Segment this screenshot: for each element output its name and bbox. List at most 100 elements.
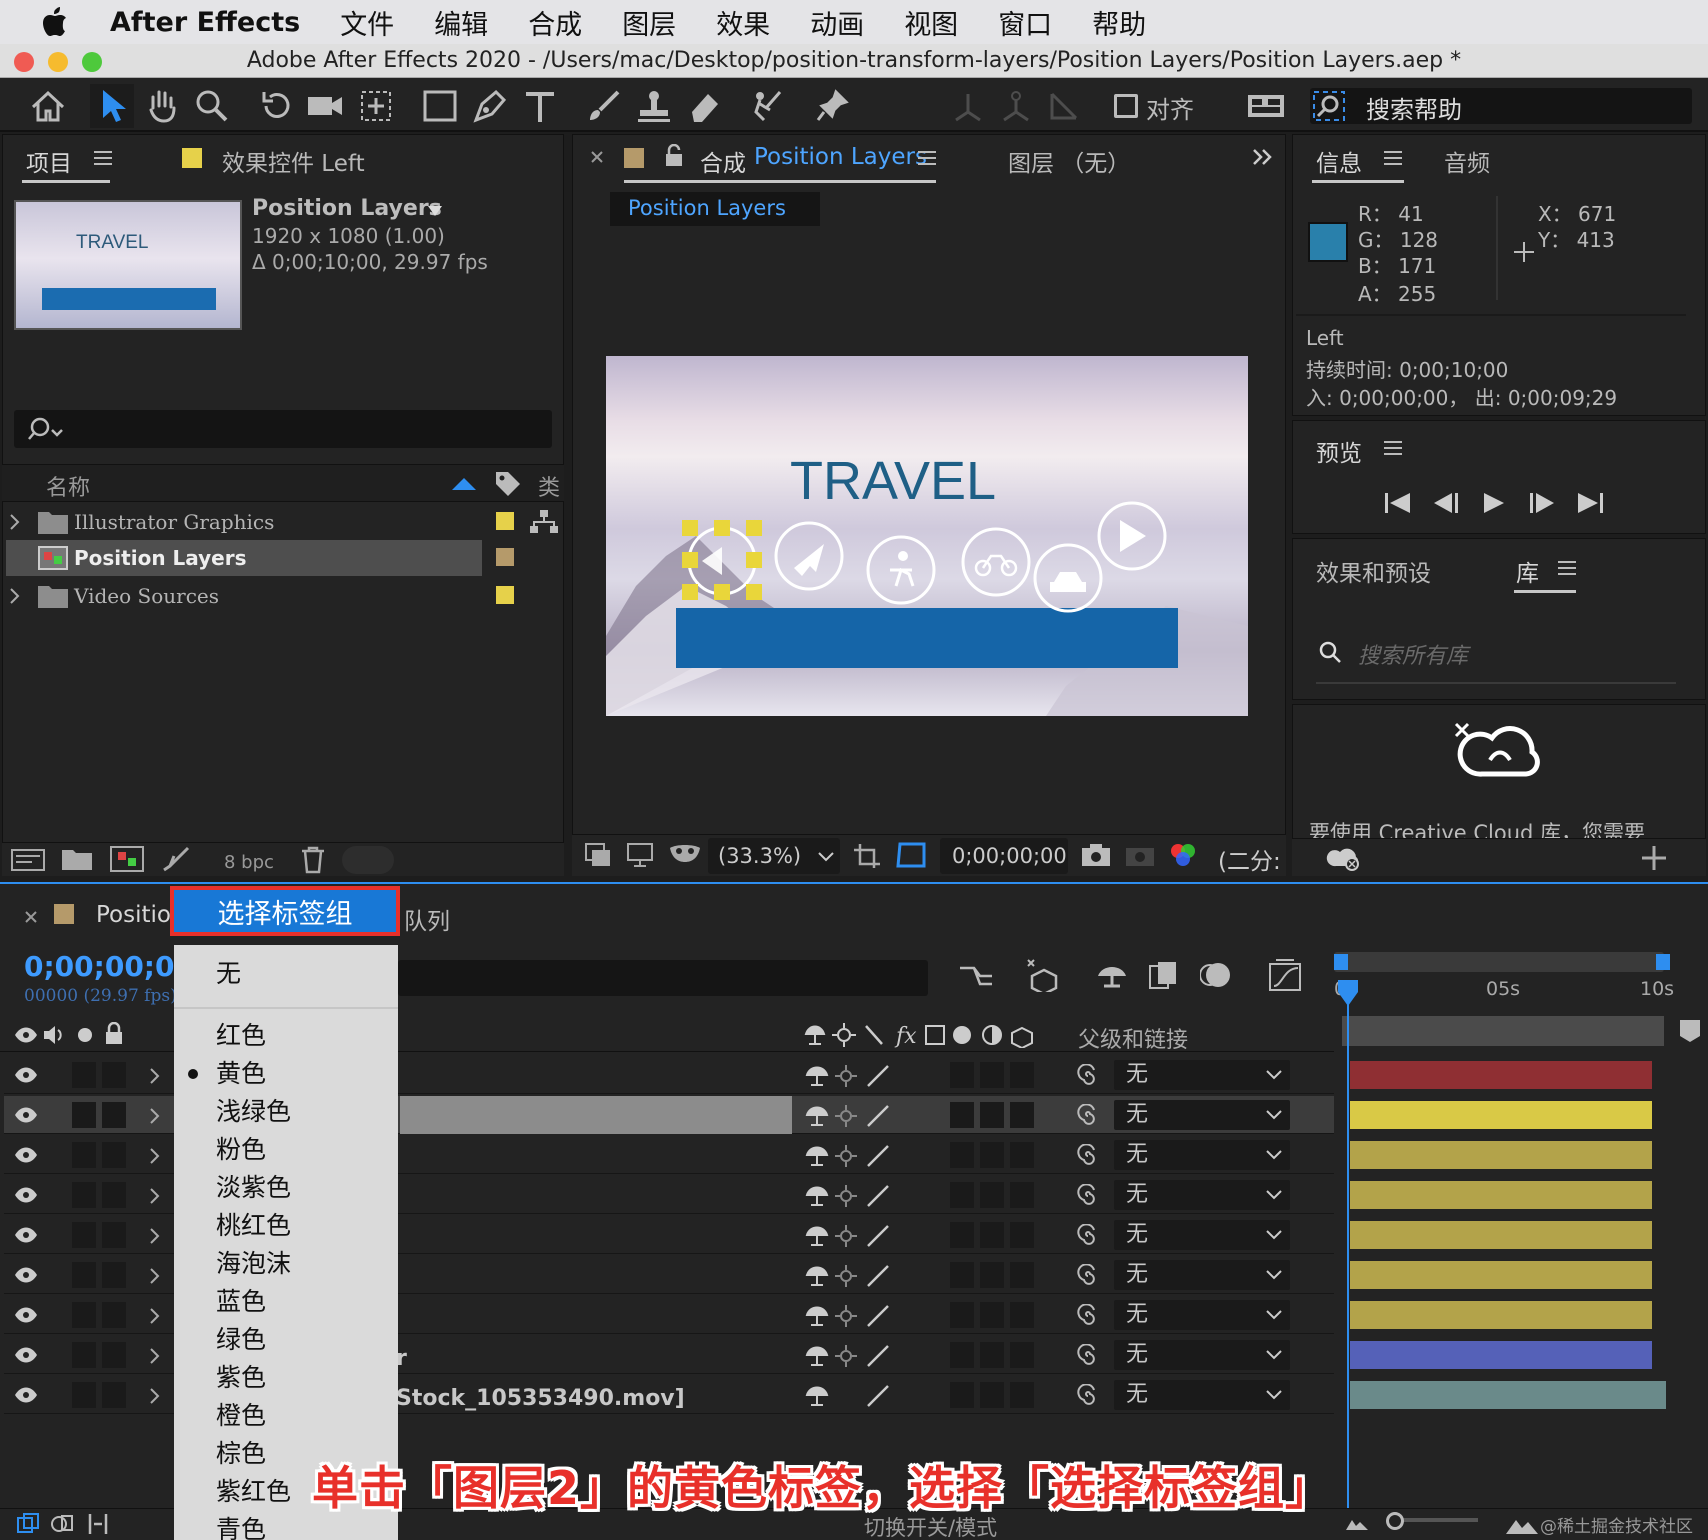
brush-tool-icon[interactable] xyxy=(582,84,626,128)
tab-layer[interactable]: 图层 （无） xyxy=(1008,144,1130,178)
add-icon[interactable] xyxy=(1640,844,1668,872)
timeline-search-input[interactable] xyxy=(398,960,928,996)
shy-switch-icon[interactable] xyxy=(804,1304,830,1328)
camera-tool-icon[interactable] xyxy=(304,84,348,128)
menu-layer[interactable]: 图层 xyxy=(622,3,676,42)
audio-icon[interactable] xyxy=(42,1024,66,1046)
layer-switch-box[interactable] xyxy=(950,1182,974,1208)
audio-toggle[interactable] xyxy=(72,1342,96,1368)
parent-select[interactable]: 无 xyxy=(1114,1220,1290,1250)
tab-render-queue[interactable]: 队列 xyxy=(404,902,450,936)
collapse-switch-icon[interactable] xyxy=(834,1144,858,1168)
layer-switch-box[interactable] xyxy=(980,1302,1004,1328)
work-area-bar[interactable] xyxy=(1334,952,1664,972)
layer-switch-box[interactable] xyxy=(980,1142,1004,1168)
parent-pick-whip-icon[interactable] xyxy=(1076,1184,1100,1208)
type-tool-icon[interactable] xyxy=(518,84,562,128)
eye-icon[interactable] xyxy=(14,1226,38,1244)
play-icon[interactable] xyxy=(1482,492,1506,514)
eye-icon[interactable] xyxy=(14,1106,38,1124)
shy-switch-icon[interactable] xyxy=(804,1104,830,1128)
layer-switch-box[interactable] xyxy=(950,1342,974,1368)
lock-toggle[interactable] xyxy=(102,1182,126,1208)
parent-pick-whip-icon[interactable] xyxy=(1076,1304,1100,1328)
layer-switch-box[interactable] xyxy=(950,1262,974,1288)
menu-animation[interactable]: 动画 xyxy=(810,3,864,42)
label-swatch[interactable] xyxy=(496,586,514,604)
shy-switch-icon[interactable] xyxy=(804,1384,830,1408)
layer-switch-box[interactable] xyxy=(950,1382,974,1408)
menu-app-name[interactable]: After Effects xyxy=(110,7,300,38)
timeline-timecode[interactable]: 0;00;00;00 xyxy=(24,950,194,983)
collapse-switch-icon[interactable] xyxy=(834,1264,858,1288)
layer-switch-box[interactable] xyxy=(950,1062,974,1088)
shy-layers-icon[interactable] xyxy=(1094,962,1130,990)
graph-editor-icon[interactable] xyxy=(1268,958,1302,992)
minimize-window-button[interactable] xyxy=(48,52,68,72)
motion-blur-icon[interactable] xyxy=(1200,960,1232,990)
layer-duration-bar[interactable] xyxy=(1350,1261,1652,1289)
column-name[interactable]: 名称 xyxy=(46,470,90,502)
chevron-right-icon[interactable] xyxy=(150,1228,160,1244)
shy-switch-icon[interactable] xyxy=(804,1144,830,1168)
parent-pick-whip-icon[interactable] xyxy=(1076,1384,1100,1408)
parent-pick-whip-icon[interactable] xyxy=(1076,1064,1100,1088)
layer-switch-box[interactable] xyxy=(980,1102,1004,1128)
layer-duration-bar[interactable] xyxy=(1350,1181,1652,1209)
chevron-right-icon[interactable] xyxy=(150,1108,160,1124)
parent-pick-whip-icon[interactable] xyxy=(1076,1224,1100,1248)
chevron-right-icon[interactable] xyxy=(150,1188,160,1204)
project-search-input[interactable] xyxy=(14,410,552,448)
lock-toggle[interactable] xyxy=(102,1142,126,1168)
chevron-right-icon[interactable] xyxy=(150,1308,160,1324)
menu-edit[interactable]: 编辑 xyxy=(434,3,488,42)
menu-label-none[interactable]: 无 xyxy=(174,955,398,993)
parent-pick-whip-icon[interactable] xyxy=(1076,1144,1100,1168)
close-window-button[interactable] xyxy=(14,52,34,72)
tab-audio[interactable]: 音频 xyxy=(1444,144,1490,178)
tab-effect-controls[interactable]: 效果控件 Left xyxy=(222,144,365,178)
audio-toggle[interactable] xyxy=(72,1382,96,1408)
parent-link-header[interactable]: 父级和链接 xyxy=(1078,1022,1188,1054)
lock-toggle[interactable] xyxy=(102,1062,126,1088)
quality-switch-icon[interactable] xyxy=(866,1344,890,1368)
menu-view[interactable]: 视图 xyxy=(904,3,958,42)
hand-tool-icon[interactable] xyxy=(140,84,184,128)
parent-select[interactable]: 无 xyxy=(1114,1380,1290,1410)
layer-switch-box[interactable] xyxy=(1010,1302,1034,1328)
quality-switch-icon[interactable] xyxy=(866,1184,890,1208)
quality-switch-icon[interactable] xyxy=(866,1144,890,1168)
eye-icon[interactable] xyxy=(14,1066,38,1084)
tab-project[interactable]: 项目 xyxy=(26,144,72,178)
layer-duration-bar[interactable] xyxy=(1350,1221,1652,1249)
magnification-select[interactable]: (33.3%) xyxy=(708,838,840,874)
chevron-right-icon[interactable] xyxy=(150,1268,160,1284)
zoom-window-button[interactable] xyxy=(82,52,102,72)
pen-tool-icon[interactable] xyxy=(468,84,512,128)
draft-3d-icon[interactable] xyxy=(1024,958,1062,992)
layer-switch-box[interactable] xyxy=(1010,1342,1034,1368)
shy-switch-icon[interactable] xyxy=(804,1344,830,1368)
menu-label-peach[interactable]: 桃红色 xyxy=(174,1207,398,1245)
layer-switch-box[interactable] xyxy=(1010,1262,1034,1288)
comp-tab-prefix[interactable]: 合成 xyxy=(700,144,746,178)
collapse-switch-icon[interactable] xyxy=(834,1064,858,1088)
eye-icon[interactable] xyxy=(14,1266,38,1284)
parent-select[interactable]: 无 xyxy=(1114,1260,1290,1290)
current-time-field[interactable]: 0;00;00;00 xyxy=(940,838,1068,874)
label-swatch[interactable] xyxy=(496,548,514,566)
project-item-position-layers[interactable]: Position Layers xyxy=(6,540,482,576)
layer-switch-box[interactable] xyxy=(980,1062,1004,1088)
parent-select[interactable]: 无 xyxy=(1114,1340,1290,1370)
audio-toggle[interactable] xyxy=(72,1062,96,1088)
lock-toggle[interactable] xyxy=(102,1262,126,1288)
footer-toggle[interactable] xyxy=(342,846,394,874)
apple-icon[interactable] xyxy=(28,0,82,44)
eye-icon[interactable] xyxy=(14,1386,38,1404)
lock-toggle[interactable] xyxy=(102,1222,126,1248)
close-tab-icon[interactable] xyxy=(24,910,38,924)
panel-menu-icon[interactable] xyxy=(1384,440,1402,456)
layer-switch-box[interactable] xyxy=(950,1302,974,1328)
rectangle-tool-icon[interactable] xyxy=(418,84,462,128)
parent-select[interactable]: 无 xyxy=(1114,1100,1290,1130)
